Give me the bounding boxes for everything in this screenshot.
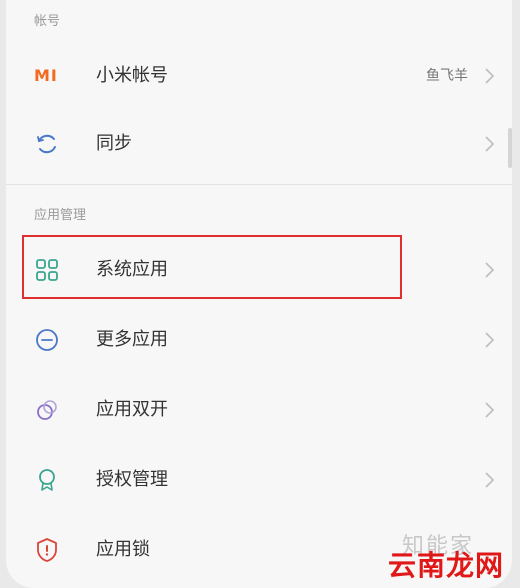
section-divider	[6, 184, 512, 185]
more-dots-icon	[36, 329, 58, 351]
dual-apps-label: 应用双开	[96, 399, 168, 420]
chevron-right-icon	[485, 332, 495, 348]
sync-label: 同步	[96, 133, 132, 154]
chevron-right-icon	[485, 136, 495, 152]
mi-account-value: 鱼飞羊	[426, 68, 468, 84]
shield-icon	[37, 538, 57, 562]
permissions-label: 授权管理	[96, 469, 168, 490]
badge-icon	[39, 469, 55, 491]
chevron-right-icon	[485, 402, 495, 418]
mi-account-label: 小米帐号	[96, 65, 168, 86]
mi-logo-icon: MI	[34, 66, 58, 85]
chevron-right-icon	[485, 472, 495, 488]
dual-apps-row[interactable]: 应用双开	[6, 376, 512, 444]
dual-circles-icon	[37, 400, 57, 420]
settings-screen: 帐号 MI 小米帐号 鱼飞羊 同步 应用管理 系统应用 更多应用 应用双开 授权…	[6, 0, 512, 588]
more-apps-row[interactable]: 更多应用	[6, 306, 512, 374]
mi-account-row[interactable]: MI 小米帐号 鱼飞羊	[6, 42, 512, 110]
section-header-account: 帐号	[34, 14, 61, 29]
edge-scroll-handle	[508, 128, 512, 168]
chevron-right-icon	[485, 68, 495, 84]
highlight-box	[22, 235, 402, 299]
sync-row[interactable]: 同步	[6, 110, 512, 178]
sync-icon	[37, 134, 56, 154]
chevron-right-icon	[485, 262, 495, 278]
permissions-row[interactable]: 授权管理	[6, 446, 512, 514]
app-lock-label: 应用锁	[96, 539, 150, 560]
more-apps-label: 更多应用	[96, 329, 168, 350]
watermark-red: 云南龙网	[388, 549, 505, 582]
section-header-apps: 应用管理	[34, 208, 87, 223]
